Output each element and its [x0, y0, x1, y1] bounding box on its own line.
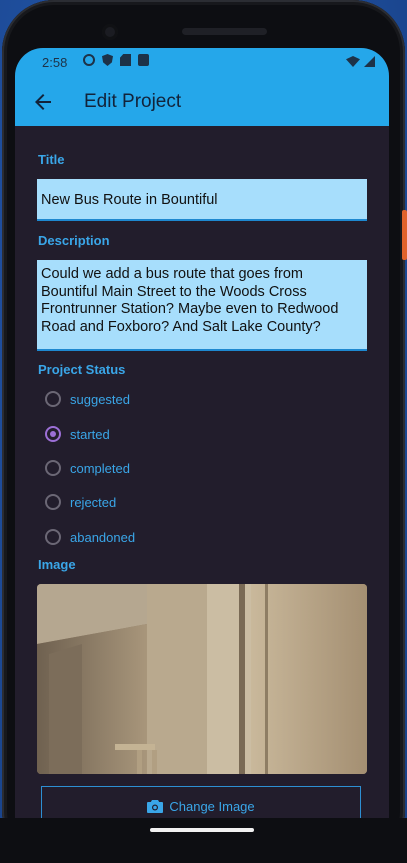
change-image-button[interactable]: Change Image	[41, 786, 361, 818]
wifi-icon	[346, 56, 360, 67]
shield-icon	[102, 54, 113, 66]
status-option-started[interactable]: started	[45, 421, 110, 447]
circle-icon	[83, 54, 95, 66]
title-input[interactable]: New Bus Route in Bountiful	[37, 179, 367, 221]
change-image-label: Change Image	[169, 798, 255, 814]
earpiece-speaker	[182, 28, 267, 35]
room-photo	[37, 584, 367, 774]
back-arrow-icon[interactable]	[31, 90, 55, 114]
power-button	[402, 210, 407, 260]
radio-button[interactable]	[45, 494, 61, 510]
sd-card-icon	[120, 54, 131, 66]
status-time: 2:58	[42, 55, 68, 70]
signal-icon	[364, 56, 375, 67]
radio-label: abandoned	[70, 529, 136, 545]
radio-button[interactable]	[45, 460, 61, 476]
status-option-abandoned[interactable]: abandoned	[45, 524, 135, 550]
page-title: Edit Project	[84, 91, 182, 112]
title-label: Title	[38, 152, 65, 167]
radio-button-checked[interactable]	[45, 426, 61, 442]
status-right	[346, 56, 375, 67]
status-option-completed[interactable]: completed	[45, 455, 130, 481]
status-option-rejected[interactable]: rejected	[45, 489, 116, 515]
radio-label: suggested	[70, 391, 130, 407]
radio-button[interactable]	[45, 529, 61, 545]
front-camera	[102, 24, 118, 40]
radio-label: completed	[70, 460, 130, 476]
description-label: Description	[38, 233, 110, 248]
project-image	[37, 584, 367, 774]
radio-label: started	[70, 426, 110, 442]
home-indicator[interactable]	[150, 828, 254, 832]
description-input[interactable]: Could we add a bus route that goes from …	[37, 260, 367, 351]
status-bar: 2:58	[15, 48, 389, 78]
status-icons	[83, 54, 149, 66]
camera-icon	[147, 799, 164, 813]
project-status-label: Project Status	[38, 362, 126, 377]
app-bar: Edit Project	[15, 78, 389, 126]
navigation-bar	[0, 818, 407, 863]
status-option-suggested[interactable]: suggested	[45, 386, 130, 412]
a-icon	[138, 54, 149, 66]
image-label: Image	[38, 557, 76, 572]
radio-button[interactable]	[45, 391, 61, 407]
radio-label: rejected	[70, 494, 117, 510]
app-screen: 2:58 Edit Project Title New Bus Route in…	[15, 48, 389, 818]
